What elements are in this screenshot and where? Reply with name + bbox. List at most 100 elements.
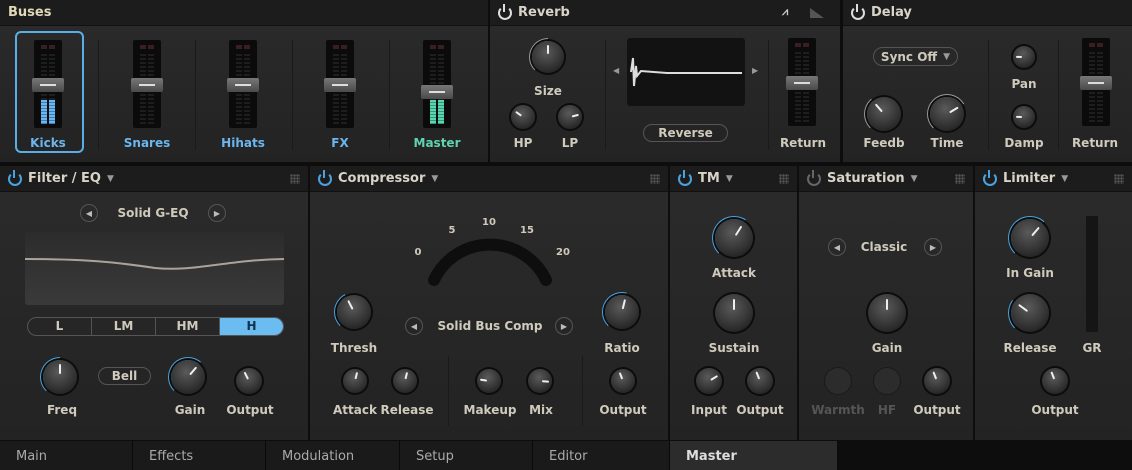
output-knob[interactable] bbox=[747, 368, 773, 394]
band-button[interactable]: H bbox=[219, 318, 283, 335]
lp-knob[interactable] bbox=[558, 105, 582, 129]
chevron-down-icon[interactable]: ▼ bbox=[911, 174, 918, 184]
output-knob[interactable] bbox=[236, 368, 262, 394]
chevron-down-icon[interactable]: ▼ bbox=[1061, 174, 1068, 184]
knob-indicator bbox=[618, 372, 624, 380]
ratio-knob[interactable] bbox=[602, 292, 642, 332]
attack-label: Attack bbox=[333, 403, 377, 417]
bus-label[interactable]: Kicks bbox=[30, 136, 66, 150]
sync-dropdown[interactable]: Sync Off ▼ bbox=[873, 47, 958, 66]
next-preset-button[interactable]: ▶ bbox=[924, 238, 942, 256]
hp-knob[interactable] bbox=[511, 105, 535, 129]
reverb-return-fader[interactable] bbox=[786, 38, 818, 126]
pan-knob[interactable] bbox=[1013, 46, 1035, 68]
tab-modulation[interactable]: Modulation bbox=[266, 441, 400, 470]
reverb-power-icon[interactable] bbox=[498, 3, 512, 20]
damp-label: Damp bbox=[1004, 136, 1044, 150]
attack-knob[interactable] bbox=[712, 216, 756, 260]
gain-knob[interactable] bbox=[168, 357, 208, 397]
next-preset-button[interactable]: ▶ bbox=[208, 204, 226, 222]
freq-knob[interactable] bbox=[40, 357, 80, 397]
chevron-down-icon[interactable]: ▼ bbox=[431, 174, 438, 184]
scale-0: 0 bbox=[414, 247, 422, 258]
size-knob[interactable] bbox=[529, 38, 567, 76]
fader-handle[interactable] bbox=[421, 85, 453, 99]
drag-grip-icon[interactable] bbox=[779, 174, 789, 184]
band-button[interactable]: L bbox=[28, 318, 91, 335]
compressor-preset: Solid Bus Comp bbox=[437, 319, 543, 333]
tab-effects[interactable]: Effects bbox=[133, 441, 266, 470]
time-knob[interactable] bbox=[927, 94, 967, 134]
band-button[interactable]: LM bbox=[91, 318, 155, 335]
drag-grip-icon[interactable] bbox=[1114, 174, 1124, 184]
thresh-knob[interactable] bbox=[334, 292, 374, 332]
next-preset-button[interactable]: ▶ bbox=[555, 317, 573, 335]
bus-label[interactable]: Hihats bbox=[221, 136, 265, 150]
chevron-down-icon[interactable]: ▼ bbox=[726, 174, 733, 184]
bus-label[interactable]: Snares bbox=[124, 136, 170, 150]
bus-fader[interactable] bbox=[227, 40, 259, 128]
drag-grip-icon[interactable] bbox=[290, 174, 300, 184]
band-button[interactable]: HM bbox=[155, 318, 219, 335]
bus-fader[interactable] bbox=[131, 40, 163, 128]
input-knob[interactable] bbox=[696, 368, 722, 394]
drag-grip-icon[interactable] bbox=[650, 174, 660, 184]
release-label: Release bbox=[380, 403, 434, 417]
hf-knob[interactable] bbox=[874, 368, 900, 394]
bus-label[interactable]: Master bbox=[414, 136, 461, 150]
prev-preset-button[interactable]: ◀ bbox=[80, 204, 98, 222]
fader-handle[interactable] bbox=[32, 77, 64, 92]
tm-title[interactable]: TM bbox=[698, 171, 720, 186]
prev-preset-button[interactable]: ◀ bbox=[405, 317, 423, 335]
waveform-icon[interactable]: ⩘ bbox=[782, 5, 788, 19]
attack-knob[interactable] bbox=[343, 369, 367, 393]
compressor-title[interactable]: Compressor bbox=[338, 171, 425, 186]
tab-master[interactable]: Master bbox=[670, 441, 838, 470]
feedb-knob[interactable] bbox=[864, 94, 904, 134]
gain-knob[interactable] bbox=[868, 294, 906, 332]
next-arrow-icon[interactable]: ▶ bbox=[752, 66, 758, 75]
fader-handle[interactable] bbox=[1080, 75, 1112, 90]
prev-preset-button[interactable]: ◀ bbox=[828, 238, 846, 256]
fader-handle[interactable] bbox=[324, 77, 356, 92]
release-knob[interactable] bbox=[393, 369, 417, 393]
saturation-title[interactable]: Saturation bbox=[827, 171, 905, 186]
output-knob[interactable] bbox=[1042, 368, 1068, 394]
delay-return-fader[interactable] bbox=[1080, 38, 1112, 126]
compressor-power-icon[interactable] bbox=[318, 169, 332, 186]
reverse-button[interactable]: Reverse bbox=[643, 124, 728, 142]
bus-label[interactable]: FX bbox=[331, 136, 348, 150]
envelope-icon[interactable] bbox=[810, 8, 824, 18]
damp-knob[interactable] bbox=[1013, 106, 1035, 128]
level-meter bbox=[49, 99, 55, 124]
fader-handle[interactable] bbox=[786, 75, 818, 90]
delay-power-icon[interactable] bbox=[851, 3, 865, 20]
saturation-power-icon[interactable] bbox=[807, 169, 821, 186]
sustain-knob[interactable] bbox=[715, 294, 753, 332]
bus-fader[interactable] bbox=[421, 40, 453, 128]
tab-editor[interactable]: Editor bbox=[533, 441, 670, 470]
filter-power-icon[interactable] bbox=[8, 169, 22, 186]
output-knob[interactable] bbox=[924, 368, 950, 394]
fader-handle[interactable] bbox=[131, 77, 163, 92]
filter-title[interactable]: Filter / EQ bbox=[28, 171, 101, 186]
release-knob[interactable] bbox=[1008, 291, 1052, 335]
bus-fader[interactable] bbox=[324, 40, 356, 128]
bell-mode-button[interactable]: Bell bbox=[98, 367, 151, 385]
tm-power-icon[interactable] bbox=[678, 169, 692, 186]
limiter-title[interactable]: Limiter bbox=[1003, 171, 1055, 186]
tab-setup[interactable]: Setup bbox=[400, 441, 533, 470]
output-knob[interactable] bbox=[611, 369, 635, 393]
tab-main[interactable]: Main bbox=[0, 441, 133, 470]
fader-handle[interactable] bbox=[227, 77, 259, 92]
warmth-knob[interactable] bbox=[825, 368, 851, 394]
chevron-down-icon[interactable]: ▼ bbox=[107, 174, 114, 184]
bus-fader[interactable] bbox=[32, 40, 64, 128]
in-gain-knob[interactable] bbox=[1008, 216, 1052, 260]
prev-arrow-icon[interactable]: ◀ bbox=[613, 66, 619, 75]
drag-grip-icon[interactable] bbox=[955, 174, 965, 184]
limiter-power-icon[interactable] bbox=[983, 169, 997, 186]
knob-indicator bbox=[1015, 115, 1023, 118]
mix-knob[interactable] bbox=[528, 369, 552, 393]
makeup-knob[interactable] bbox=[477, 369, 501, 393]
